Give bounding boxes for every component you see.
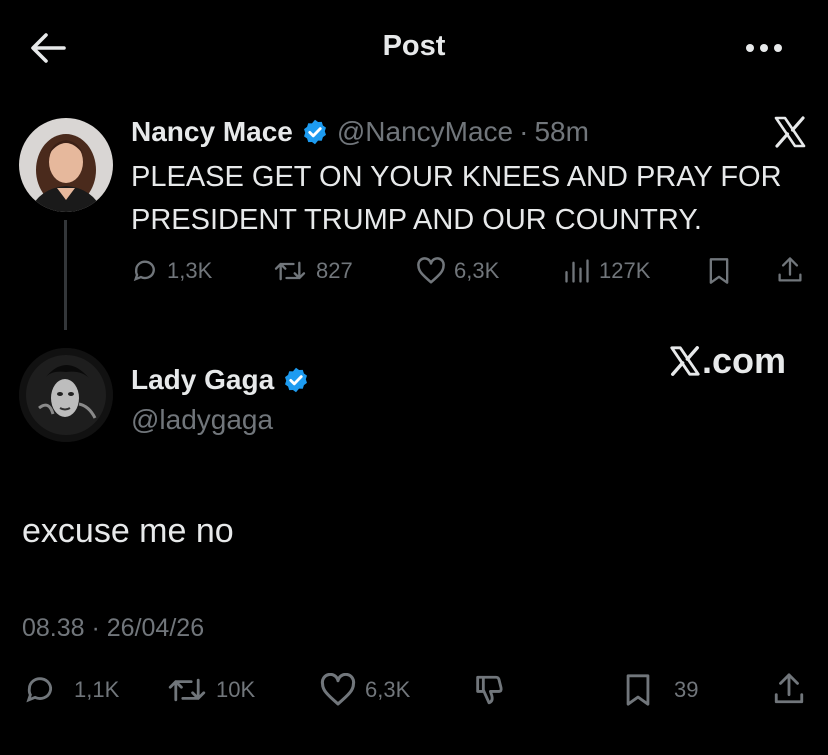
- avatar[interactable]: [19, 118, 113, 212]
- x-com-watermark: .com: [668, 340, 786, 382]
- parent-post-header: Nancy Mace @NancyMace · 58m: [131, 112, 589, 152]
- x-logo-icon: [670, 346, 700, 376]
- like-button[interactable]: 6,3K: [416, 257, 499, 285]
- bookmark-icon: [709, 258, 729, 284]
- views-chart-icon: [565, 259, 589, 283]
- repost-button[interactable]: 827: [272, 257, 353, 285]
- author-name[interactable]: Lady Gaga: [131, 364, 274, 396]
- repost-count: 827: [316, 258, 353, 283]
- watermark-text: .com: [702, 340, 787, 381]
- thread-connector: [64, 220, 67, 330]
- repost-count: 10K: [216, 677, 256, 702]
- author-name[interactable]: Nancy Mace: [131, 116, 293, 148]
- like-count: 6,3K: [365, 677, 411, 702]
- avatar[interactable]: [19, 348, 113, 442]
- post-time[interactable]: 58m: [534, 116, 588, 148]
- share-button[interactable]: [776, 255, 812, 285]
- view-count: 127K: [599, 258, 651, 283]
- bookmark-count: 39: [674, 677, 699, 702]
- share-icon: [778, 257, 802, 282]
- bookmark-button[interactable]: [706, 257, 740, 285]
- heart-icon: [320, 673, 356, 706]
- more-options-button[interactable]: [742, 36, 786, 60]
- repost-icon: [274, 261, 306, 281]
- more-dots-icon: [746, 44, 782, 52]
- post-timestamp[interactable]: 08.38 · 26/04/26: [22, 614, 204, 643]
- share-button[interactable]: [772, 670, 814, 708]
- author-name-row: Lady Gaga: [131, 364, 310, 396]
- page-title: Post: [382, 30, 446, 62]
- heart-icon: [417, 257, 445, 284]
- author-handle[interactable]: @NancyMace: [337, 116, 513, 148]
- verified-badge-icon: [303, 119, 326, 145]
- post-text: PLEASE GET ON YOUR KNEES AND PRAY FOR PR…: [131, 161, 782, 236]
- thumbs-down-icon: [476, 675, 503, 705]
- like-count: 6,3K: [454, 258, 500, 283]
- like-button[interactable]: 6,3K: [319, 673, 410, 707]
- reply-count: 1,1K: [74, 677, 120, 702]
- dislike-button[interactable]: [470, 673, 516, 707]
- bookmark-button[interactable]: 39: [622, 673, 698, 707]
- verified-badge-icon: [285, 367, 308, 393]
- repost-button[interactable]: 10K: [166, 673, 255, 707]
- author-handle[interactable]: @ladygaga: [131, 404, 273, 436]
- reply-icon: [26, 677, 53, 703]
- post-text: excuse me no: [22, 512, 234, 550]
- reply-count: 1,3K: [167, 258, 213, 283]
- reply-icon: [133, 260, 155, 282]
- reply-button[interactable]: 1,3K: [131, 257, 212, 285]
- bookmark-icon: [626, 674, 650, 706]
- x-logo-icon: [772, 114, 808, 150]
- reply-button[interactable]: 1,1K: [22, 673, 119, 707]
- share-icon: [774, 673, 804, 704]
- repost-icon: [168, 678, 206, 702]
- views-button[interactable]: 127K: [563, 257, 650, 285]
- separator-dot: ·: [519, 116, 529, 147]
